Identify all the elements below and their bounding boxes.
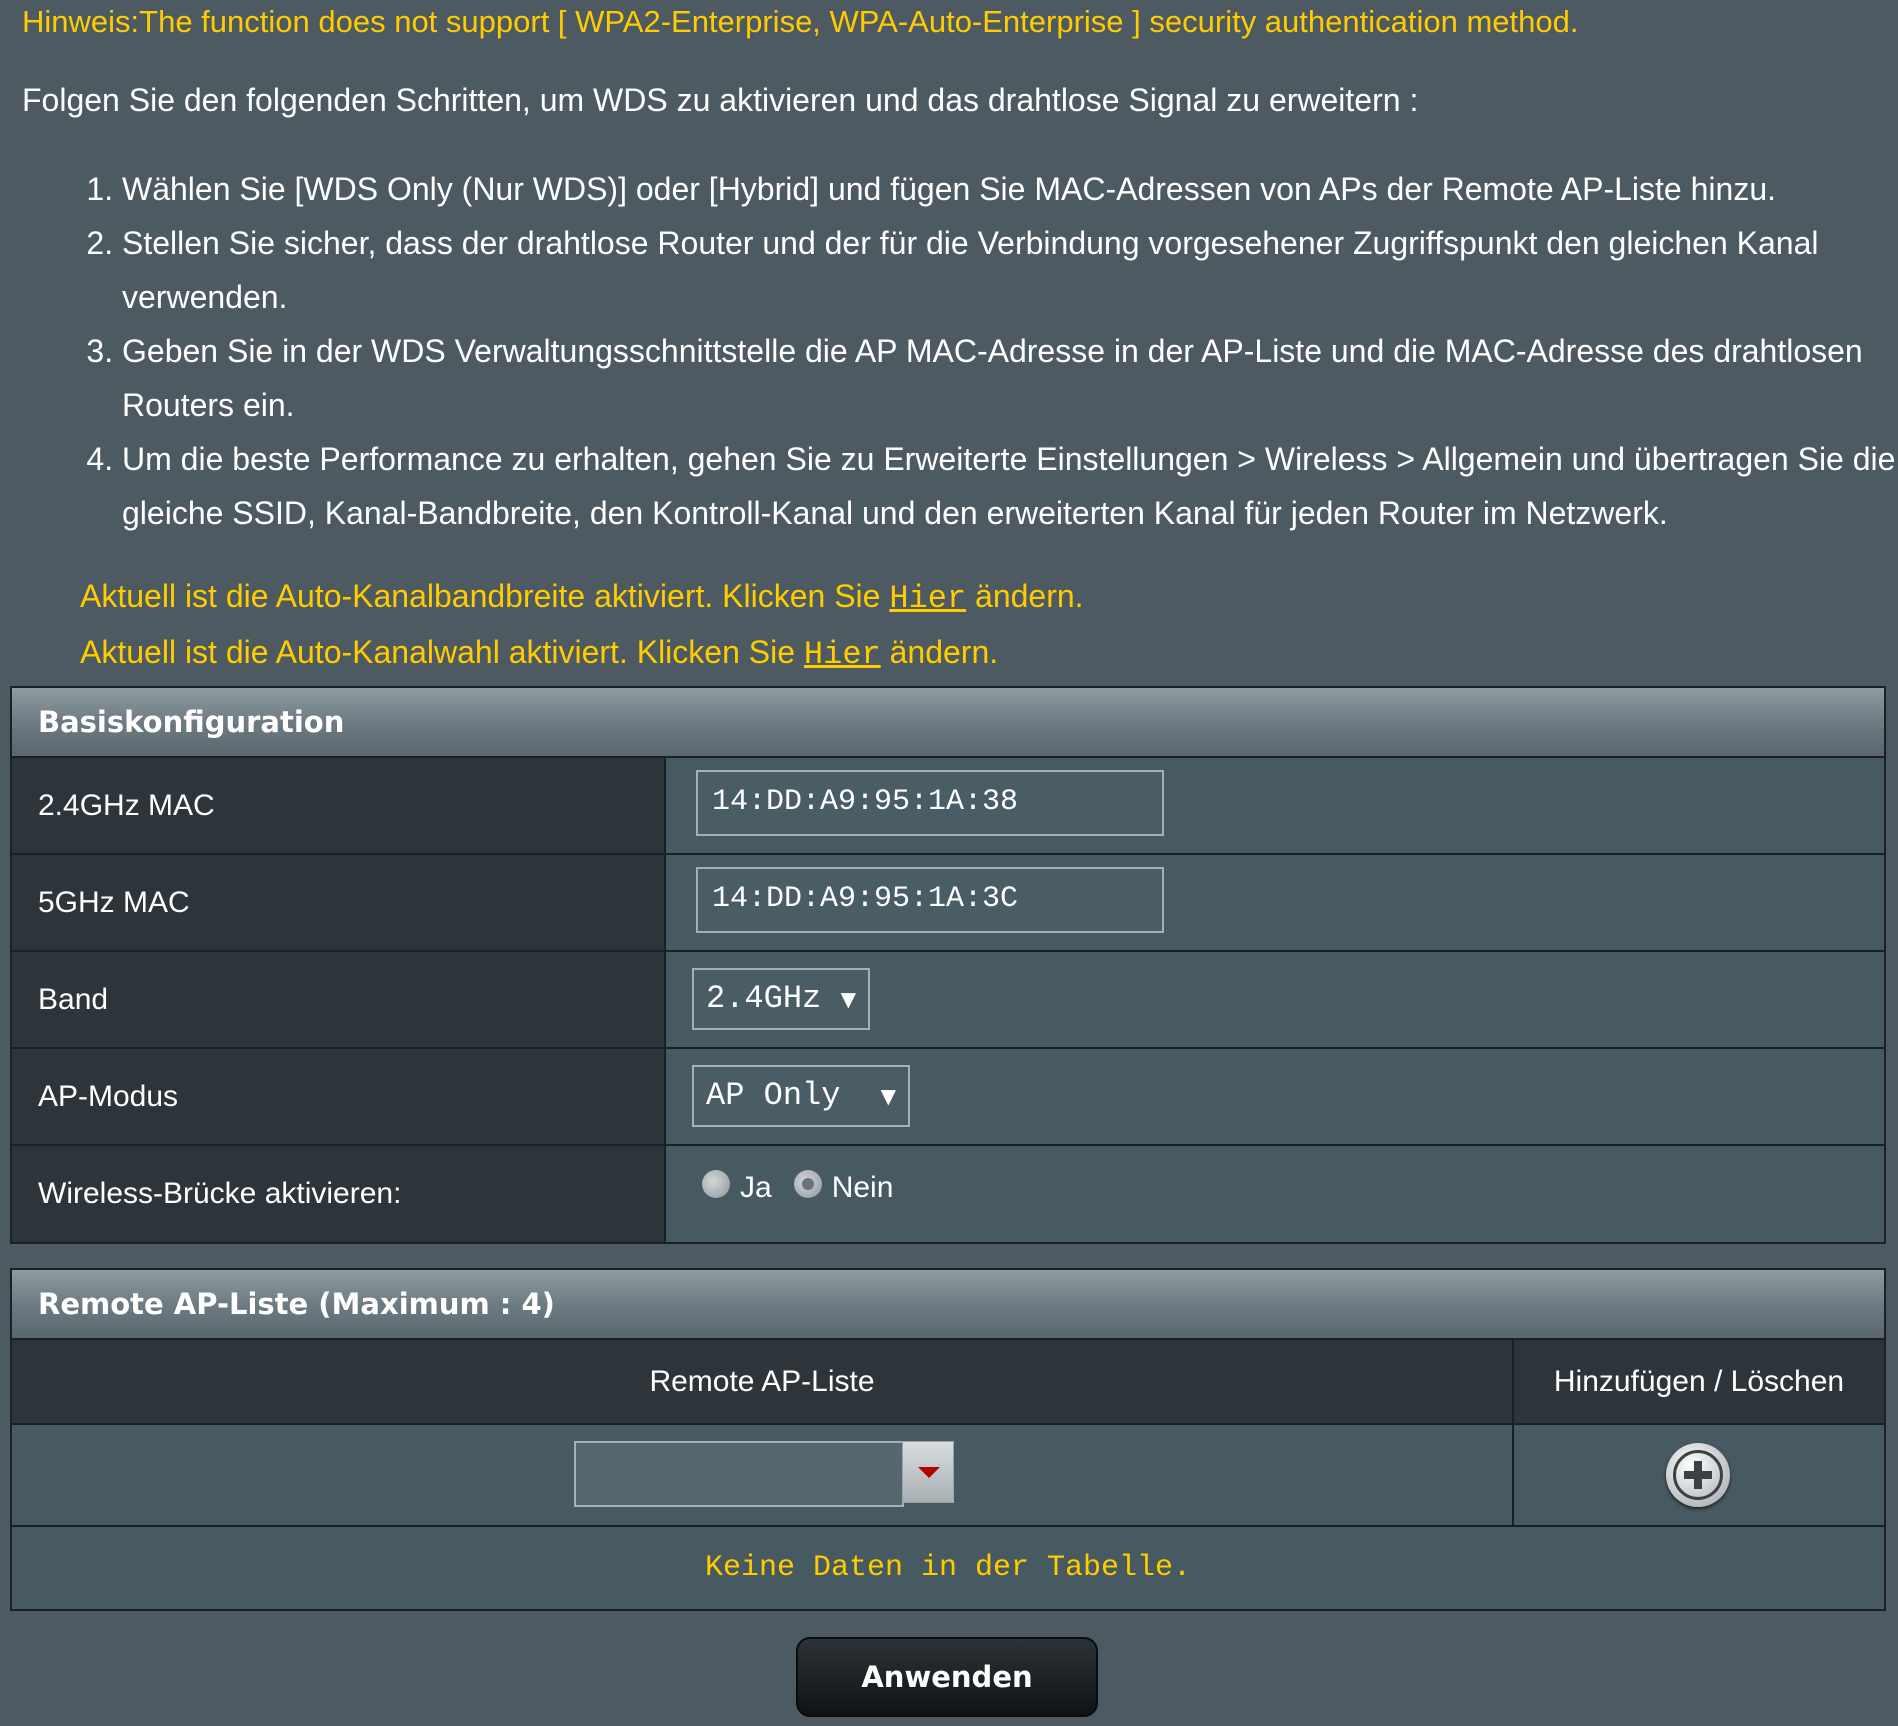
wds-step: Geben Sie in der WDS Verwaltungsschnitts…: [122, 324, 1898, 432]
remote-ap-title: Remote AP-Liste (Maximum : 4): [12, 1270, 1884, 1340]
auto-channel-suffix: ändern.: [880, 634, 999, 670]
apmode-cell: AP Only ▼: [666, 1049, 1884, 1144]
bridge-label: Wireless-Brücke aktivieren:: [12, 1146, 666, 1242]
wds-step: Um die beste Performance zu erhalten, ge…: [122, 432, 1898, 540]
basic-config-panel: Basiskonfiguration 2.4GHz MAC 14:DD:A9:9…: [10, 686, 1886, 1244]
apmode-label: AP-Modus: [12, 1049, 666, 1144]
mac24-field[interactable]: 14:DD:A9:95:1A:38: [696, 770, 1164, 836]
bridge-no-label[interactable]: Nein: [832, 1171, 894, 1205]
chevron-down-icon: ▼: [880, 1084, 896, 1108]
wds-step: Stellen Sie sicher, dass der drahtlose R…: [122, 216, 1898, 324]
mac24-cell: 14:DD:A9:95:1A:38: [666, 758, 1884, 853]
wds-steps-list: Wählen Sie [WDS Only (Nur WDS)] oder [Hy…: [70, 162, 1898, 540]
bridge-yes-radio[interactable]: [702, 1170, 730, 1198]
auto-bandwidth-notice: Aktuell ist die Auto-Kanalbandbreite akt…: [80, 578, 1084, 617]
band-cell: 2.4GHz ▼: [666, 952, 1884, 1047]
bridge-row: Wireless-Brücke aktivieren: Ja Nein: [12, 1146, 1884, 1242]
apmode-row: AP-Modus AP Only ▼: [12, 1049, 1884, 1146]
auto-channel-text: Aktuell ist die Auto-Kanalwahl aktiviert…: [80, 634, 804, 670]
bridge-cell: Ja Nein: [666, 1146, 1884, 1242]
band-label: Band: [12, 952, 666, 1047]
mac5-row: 5GHz MAC 14:DD:A9:95:1A:3C: [12, 855, 1884, 952]
bridge-yes-label[interactable]: Ja: [740, 1171, 772, 1205]
band-select-value: 2.4GHz: [706, 980, 822, 1017]
remote-ap-panel: Remote AP-Liste (Maximum : 4) Remote AP-…: [10, 1268, 1886, 1611]
mac24-row: 2.4GHz MAC 14:DD:A9:95:1A:38: [12, 758, 1884, 855]
remote-ap-input-row: [12, 1425, 1884, 1527]
apmode-select-value: AP Only: [706, 1077, 841, 1114]
mac5-cell: 14:DD:A9:95:1A:3C: [666, 855, 1884, 950]
mac24-label: 2.4GHz MAC: [12, 758, 666, 853]
band-select[interactable]: 2.4GHz ▼: [692, 968, 870, 1030]
mac5-field[interactable]: 14:DD:A9:95:1A:3C: [696, 867, 1164, 933]
mac5-label: 5GHz MAC: [12, 855, 666, 950]
remote-ap-input-cell: [12, 1425, 1514, 1525]
bridge-no-radio[interactable]: [793, 1170, 822, 1198]
wds-intro: Folgen Sie den folgenden Schritten, um W…: [22, 82, 1419, 118]
empty-table-message: Keine Daten in der Tabelle.: [12, 1527, 1884, 1609]
remote-ap-action-cell: [1514, 1425, 1884, 1525]
wds-step: Wählen Sie [WDS Only (Nur WDS)] oder [Hy…: [122, 162, 1898, 216]
basic-config-title: Basiskonfiguration: [12, 688, 1884, 758]
remote-ap-table-header: Remote AP-Liste Hinzufügen / Löschen: [12, 1340, 1884, 1425]
add-circle-icon[interactable]: [1666, 1443, 1730, 1507]
band-row: Band 2.4GHz ▼: [12, 952, 1884, 1049]
apply-button[interactable]: Anwenden: [796, 1637, 1098, 1717]
dropdown-arrow-icon[interactable]: [902, 1441, 954, 1503]
apmode-select[interactable]: AP Only ▼: [692, 1065, 910, 1127]
col-add-delete: Hinzufügen / Löschen: [1553, 1365, 1845, 1398]
security-notice: Hinweis:The function does not support [ …: [22, 4, 1579, 39]
chevron-down-icon: ▼: [840, 987, 856, 1011]
auto-bandwidth-text: Aktuell ist die Auto-Kanalbandbreite akt…: [80, 578, 890, 614]
auto-channel-notice: Aktuell ist die Auto-Kanalwahl aktiviert…: [80, 634, 998, 673]
remote-ap-mac-input[interactable]: [574, 1441, 904, 1507]
auto-bandwidth-suffix: ändern.: [966, 578, 1084, 614]
bridge-radio-group: Ja Nein: [702, 1170, 915, 1205]
col-remote-ap-list: Remote AP-Liste: [12, 1340, 1514, 1423]
auto-channel-link[interactable]: Hier: [804, 636, 881, 673]
auto-bandwidth-link[interactable]: Hier: [889, 580, 966, 617]
